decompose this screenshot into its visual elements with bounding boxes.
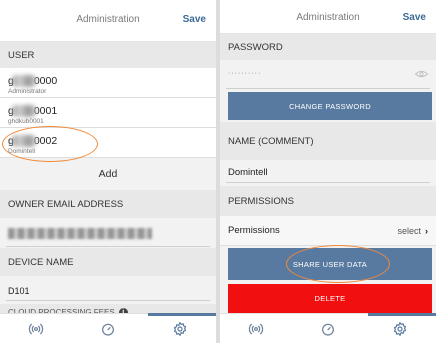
- header: Administration Save: [0, 0, 216, 42]
- name-comment-field[interactable]: Domintell: [220, 160, 436, 186]
- nav-item-dashboard[interactable]: [292, 314, 364, 343]
- name-comment-section-header: NAME (COMMENT): [220, 122, 436, 160]
- field-underline: [6, 246, 210, 247]
- add-user-button[interactable]: Add: [0, 168, 216, 180]
- password-section-header: PASSWORD: [220, 34, 436, 60]
- user-list-item[interactable]: g 0002 Domintell: [0, 128, 216, 158]
- owner-email-field[interactable]: [0, 218, 216, 248]
- gauge-icon: [102, 323, 114, 336]
- chevron-right-icon: ›: [425, 225, 428, 236]
- save-button[interactable]: Save: [183, 14, 206, 25]
- share-user-data-button[interactable]: SHARE USER DATA: [228, 248, 432, 280]
- user-name: g 0000: [8, 75, 58, 87]
- user-role: Administrator: [8, 88, 47, 95]
- bottom-nav: [220, 313, 436, 343]
- user-name: g 0001: [8, 105, 58, 117]
- owner-email-section-header: OWNER EMAIL ADDRESS: [0, 190, 216, 218]
- redacted-email: [8, 228, 152, 239]
- user-list-item[interactable]: g 0000 Administrator: [0, 68, 216, 98]
- password-field[interactable]: ··········: [220, 60, 436, 90]
- save-button[interactable]: Save: [403, 12, 426, 23]
- user-name: g 0002: [8, 135, 58, 147]
- nav-item-connectivity[interactable]: [0, 314, 72, 343]
- bottom-nav: [0, 313, 216, 343]
- field-underline: [226, 88, 430, 89]
- gear-icon: [173, 321, 187, 336]
- device-name-value: D101: [8, 286, 30, 296]
- administration-panel-left: Administration Save USER g 0000 Administr…: [0, 0, 216, 343]
- user-role: ghdkub0001: [8, 118, 44, 125]
- permissions-select-label: select: [397, 225, 421, 236]
- name-comment-value: Domintell: [228, 167, 268, 178]
- field-underline: [6, 300, 210, 301]
- header: Administration Save: [220, 0, 436, 34]
- device-name-section-header: DEVICE NAME: [0, 248, 216, 276]
- device-name-field[interactable]: D101: [0, 276, 216, 304]
- permissions-row[interactable]: Permissions select ›: [220, 216, 436, 246]
- nav-item-settings[interactable]: [364, 313, 436, 343]
- change-password-button[interactable]: CHANGE PASSWORD: [228, 92, 432, 120]
- user-list-item[interactable]: g 0001 ghdkub0001: [0, 98, 216, 128]
- delete-button[interactable]: DELETE: [228, 284, 432, 313]
- redacted-name: [12, 105, 36, 117]
- redacted-name: [12, 75, 36, 87]
- radio-waves-icon: [28, 323, 44, 334]
- radio-waves-icon: [248, 323, 264, 334]
- redacted-name: [12, 135, 36, 147]
- gauge-icon: [322, 323, 334, 336]
- permissions-select[interactable]: select ›: [397, 226, 428, 236]
- nav-item-dashboard[interactable]: [72, 314, 144, 343]
- administration-panel-right: Administration Save PASSWORD ·········· …: [220, 0, 436, 343]
- nav-item-settings[interactable]: [144, 313, 216, 343]
- password-value: ··········: [228, 70, 262, 77]
- user-section-header: USER: [0, 42, 216, 68]
- field-underline: [226, 182, 430, 183]
- permissions-section-header: PERMISSIONS: [220, 186, 436, 216]
- permissions-label: Permissions: [228, 225, 280, 236]
- user-role: Domintell: [8, 148, 36, 155]
- eye-icon[interactable]: [415, 69, 428, 79]
- nav-item-connectivity[interactable]: [220, 314, 292, 343]
- gear-icon: [393, 321, 407, 336]
